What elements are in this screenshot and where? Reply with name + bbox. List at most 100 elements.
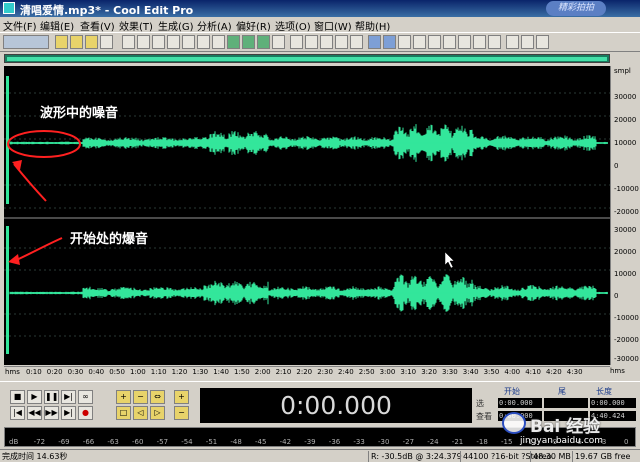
record-button[interactable]: ● <box>78 406 93 420</box>
menu-favorites[interactable]: 偏好(R) <box>236 18 271 33</box>
spectral-view-icon[interactable] <box>305 35 318 49</box>
waveform-svg[interactable]: 波形中的噪音 开始处的爆音 <box>4 66 610 365</box>
level-meter-label: -36 <box>328 438 341 446</box>
level-meter-label: -18 <box>476 438 488 446</box>
paste-icon[interactable] <box>182 35 195 49</box>
cut-icon[interactable] <box>197 35 210 49</box>
view-length-field[interactable]: 4:40.424 <box>590 411 636 421</box>
statistics-icon[interactable] <box>383 35 396 49</box>
menu-analyze[interactable]: 分析(A) <box>197 18 232 33</box>
pop-arrow-bottom-head <box>8 254 20 265</box>
menu-window[interactable]: 窗口(W) <box>314 18 352 33</box>
loop-button[interactable]: ∞ <box>78 390 93 404</box>
mix-paste-icon[interactable] <box>227 35 240 49</box>
menu-help[interactable]: 帮助(H) <box>355 18 390 33</box>
go-start-button[interactable]: |◀ <box>10 406 25 420</box>
undo-icon[interactable] <box>122 35 135 49</box>
ruler-tick-label: 2:20 <box>296 368 313 376</box>
settings-icon[interactable] <box>506 35 519 49</box>
status-size: 48.30 MB <box>530 451 571 462</box>
scale-label: 30000 <box>614 226 637 234</box>
ruler-unit: hms <box>610 367 625 375</box>
repeat-icon[interactable] <box>152 35 165 49</box>
cue-list-icon[interactable] <box>398 35 411 49</box>
level-meter-label: -21 <box>451 438 464 446</box>
selection-end-field[interactable] <box>544 398 588 408</box>
pop-arrow-top <box>13 163 47 202</box>
open-file-icon[interactable] <box>70 35 83 49</box>
script-icon[interactable] <box>428 35 441 49</box>
view-begin-field[interactable]: 0:00.000 <box>498 411 542 421</box>
zoom-left-icon[interactable]: ◁ <box>133 406 148 420</box>
menu-edit[interactable]: 编辑(E) <box>40 18 74 33</box>
zoom-in-vertical-icon[interactable]: + <box>174 390 189 404</box>
timeline-ruler[interactable]: hms 0:10 0:20 0:30 0:40 0:50 1:00 1:10 1:20 1:30… <box>4 366 610 378</box>
rewind-button[interactable]: ◀◀ <box>27 406 42 420</box>
ruler-tick-label: 1:20 <box>171 368 188 376</box>
level-meter-label: -30 <box>378 438 390 446</box>
waveform-display[interactable]: 波形中的噪音 开始处的爆音 <box>4 66 610 365</box>
pause-button[interactable]: ❚❚ <box>44 390 59 404</box>
ruler-tick-label: 4:30 <box>566 368 583 376</box>
play-to-end-button[interactable]: ▶| <box>61 390 76 404</box>
fast-forward-button[interactable]: ▶▶ <box>44 406 59 420</box>
ruler-tick-label: 1:30 <box>192 368 209 376</box>
noise-reduction-icon[interactable] <box>488 35 501 49</box>
zoom-in-horizontal-icon[interactable]: + <box>116 390 131 404</box>
ruler-tick-label: 0:40 <box>88 368 105 376</box>
level-meter-label: -42 <box>279 438 292 446</box>
noise-annotation: 波形中的噪音 <box>40 105 118 121</box>
level-meter-label: -72 <box>33 438 46 446</box>
amplify-icon[interactable] <box>443 35 456 49</box>
toolbar <box>0 32 640 52</box>
trim-icon[interactable] <box>212 35 225 49</box>
zoom-out-horizontal-icon[interactable]: − <box>133 390 148 404</box>
playlist-icon[interactable] <box>413 35 426 49</box>
scale-label: -30000 <box>614 355 639 363</box>
play-button[interactable]: ▶ <box>27 390 42 404</box>
go-end-button[interactable]: ▶| <box>61 406 76 420</box>
menu-bar: 文件(F) 编辑(E) 查看(V) 效果(T) 生成(G) 分析(A) 偏好(R… <box>0 17 640 33</box>
ruler-tick-label: 3:30 <box>442 368 458 376</box>
snap-icon[interactable] <box>272 35 285 49</box>
normalize-icon[interactable] <box>473 35 486 49</box>
envelope-icon[interactable] <box>458 35 471 49</box>
paste-new-icon[interactable] <box>242 35 255 49</box>
zoom-selection-icon[interactable]: □ <box>116 406 131 420</box>
zoom-right-icon[interactable]: ▷ <box>150 406 165 420</box>
ruler-start: hms <box>5 368 20 376</box>
selection-header-length: 长度 <box>596 387 612 396</box>
zoom-out-vertical-icon[interactable]: − <box>174 406 189 420</box>
scale-label: -20000 <box>614 336 639 344</box>
options-icon[interactable] <box>521 35 534 49</box>
help-icon[interactable] <box>536 35 549 49</box>
menu-generate[interactable]: 生成(G) <box>158 18 194 33</box>
save-file-icon[interactable] <box>85 35 98 49</box>
new-file-icon[interactable] <box>55 35 68 49</box>
zoom-full-icon[interactable]: ⇔ <box>150 390 165 404</box>
ruler-tick-label: 1:10 <box>150 368 167 376</box>
waveform-view-icon[interactable] <box>320 35 333 49</box>
menu-file[interactable]: 文件(F) <box>3 18 37 33</box>
overview-bar[interactable] <box>4 54 610 63</box>
selection-length-field[interactable]: 0:00.000 <box>590 398 636 408</box>
multitrack-toggle-button[interactable] <box>3 35 49 49</box>
pitch-view-icon[interactable] <box>335 35 348 49</box>
menu-options[interactable]: 选项(O) <box>275 18 311 33</box>
copy-icon[interactable] <box>167 35 180 49</box>
frequency-analysis-icon[interactable] <box>368 35 381 49</box>
stop-button[interactable]: ■ <box>10 390 25 404</box>
title-bar: 清唱爱情.mp3* - Cool Edit Pro 精彩拍拍 <box>0 0 640 17</box>
menu-effects[interactable]: 效果(T) <box>119 18 153 33</box>
clip-icon[interactable] <box>257 35 270 49</box>
ruler-tick-label: 0:30 <box>67 368 84 376</box>
selection-begin-field[interactable]: 0:00.000 <box>498 398 542 408</box>
menu-view[interactable]: 查看(V) <box>80 18 115 33</box>
redo-icon[interactable] <box>137 35 150 49</box>
level-meter-label: dB <box>9 438 19 446</box>
phase-view-icon[interactable] <box>350 35 363 49</box>
select-tool-icon[interactable] <box>290 35 303 49</box>
save-as-icon[interactable] <box>100 35 113 49</box>
view-end-field[interactable] <box>544 411 588 421</box>
ruler-tick-label: 1:00 <box>130 368 146 376</box>
